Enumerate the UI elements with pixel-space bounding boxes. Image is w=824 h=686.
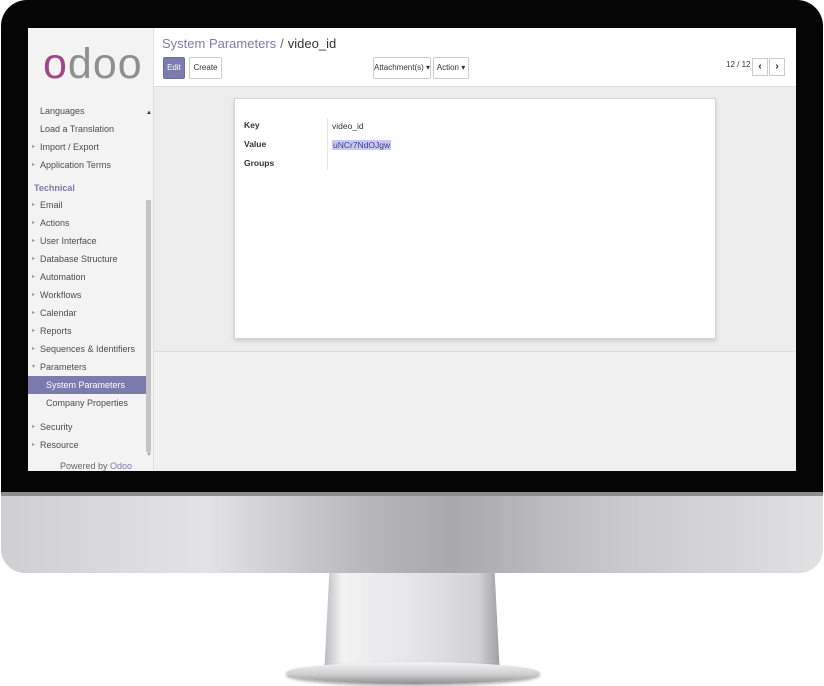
sidebar-item-label: Application Terms xyxy=(40,160,111,170)
sidebar-item-actions[interactable]: ▸ Actions xyxy=(28,214,146,232)
sidebar-item-label: Parameters xyxy=(40,362,87,372)
caret-right-icon: ▸ xyxy=(32,442,36,448)
sidebar-item-workflows[interactable]: ▸ Workflows xyxy=(28,286,146,304)
scrollbar-thumb[interactable] xyxy=(146,200,151,452)
sidebar-item-label: Workflows xyxy=(40,290,82,300)
sidebar-item-sequences-identifiers[interactable]: ▸ Sequences & Identifiers xyxy=(28,340,146,358)
groups-label: Groups xyxy=(244,158,275,168)
form-background: Key video_id Value uNCr7NdOJgw Groups xyxy=(154,87,796,352)
sidebar-item-label: Reports xyxy=(40,326,72,336)
odoo-logo[interactable]: odoo xyxy=(43,40,143,89)
control-panel: System Parameters / video_id Edit Create A… xyxy=(154,28,796,87)
caret-right-icon: ▸ xyxy=(32,274,36,280)
monitor-chin xyxy=(1,492,823,573)
sidebar-item-database-structure[interactable]: ▸ Database Structure xyxy=(28,250,146,268)
caret-right-icon: ▸ xyxy=(32,256,36,262)
edit-button[interactable]: Edit xyxy=(163,57,185,79)
pager-value[interactable]: 12 / 12 xyxy=(726,60,750,69)
caret-right-icon: ▸ xyxy=(32,202,36,208)
caret-right-icon: ▸ xyxy=(32,310,36,316)
sidebar-item-label: Company Properties xyxy=(46,398,129,408)
breadcrumb-parent-link[interactable]: System Parameters xyxy=(162,36,276,51)
field-divider xyxy=(327,118,328,170)
sidebar: odoo Languages Load a Translation ▸ Impor… xyxy=(28,28,154,471)
create-button[interactable]: Create xyxy=(189,57,222,79)
sidebar-item-application-terms[interactable]: ▸ Application Terms xyxy=(28,156,146,174)
sidebar-item-label: Load a Translation xyxy=(40,124,115,134)
sidebar-item-security[interactable]: ▸ Security xyxy=(28,418,146,436)
sidebar-item-label: Languages xyxy=(40,106,85,116)
monitor-stand-base xyxy=(286,662,540,684)
powered-by-text: Powered by xyxy=(60,461,108,471)
form-view: Key video_id Value uNCr7NdOJgw Groups xyxy=(154,87,796,471)
caret-right-icon: ▸ xyxy=(32,424,36,430)
form-sheet: Key video_id Value uNCr7NdOJgw Groups xyxy=(234,98,716,339)
sidebar-item-label: System Parameters xyxy=(46,380,126,390)
sidebar-item-resource[interactable]: ▸ Resource xyxy=(28,436,146,454)
sidebar-item-label: Database Structure xyxy=(40,254,118,264)
sidebar-item-languages[interactable]: Languages xyxy=(28,102,146,120)
sidebar-item-calendar[interactable]: ▸ Calendar xyxy=(28,304,146,322)
action-dropdown[interactable]: Action ▾ xyxy=(433,57,469,79)
breadcrumb-separator: / xyxy=(280,36,284,51)
sidebar-item-system-parameters[interactable]: System Parameters xyxy=(28,376,146,394)
sidebar-item-load-translation[interactable]: Load a Translation xyxy=(28,120,146,138)
chevron-left-icon[interactable]: ‹ xyxy=(752,58,768,76)
sidebar-item-label: Resource xyxy=(40,440,79,450)
sidebar-item-company-properties[interactable]: Company Properties xyxy=(28,394,146,412)
breadcrumb-current: video_id xyxy=(287,36,337,51)
sidebar-item-automation[interactable]: ▸ Automation xyxy=(28,268,146,286)
sidebar-item-label: Security xyxy=(40,422,73,432)
chevron-right-icon[interactable]: › xyxy=(769,58,785,76)
attachments-dropdown[interactable]: Attachment(s) ▾ xyxy=(373,57,431,79)
caret-right-icon: ▸ xyxy=(32,238,36,244)
sidebar-item-label: Actions xyxy=(40,218,70,228)
caret-right-icon: ▸ xyxy=(32,292,36,298)
powered-by-link[interactable]: Odoo xyxy=(110,461,132,471)
sidebar-item-label: Sequences & Identifiers xyxy=(40,344,136,354)
sidebar-item-label: User Interface xyxy=(40,236,97,246)
caret-right-icon: ▸ xyxy=(32,328,36,334)
sidebar-item-label: Calendar xyxy=(40,308,77,318)
key-value: video_id xyxy=(332,121,364,131)
value-value: uNCr7NdOJgw xyxy=(332,140,392,150)
logo-rest: doo xyxy=(67,40,143,88)
sidebar-scrollbar[interactable]: ▲ ▼ xyxy=(146,110,152,466)
caret-right-icon: ▸ xyxy=(32,162,36,168)
sidebar-item-email[interactable]: ▸ Email xyxy=(28,196,146,214)
sidebar-item-import-export[interactable]: ▸ Import / Export xyxy=(28,138,146,156)
value-label: Value xyxy=(244,139,267,149)
sidebar-item-parameters[interactable]: ▾ Parameters xyxy=(28,358,146,376)
sidebar-item-reports[interactable]: ▸ Reports xyxy=(28,322,146,340)
screen: odoo Languages Load a Translation ▸ Impor… xyxy=(28,28,796,471)
sidebar-item-user-interface[interactable]: ▸ User Interface xyxy=(28,232,146,250)
sidebar-item-label: Email xyxy=(40,200,63,210)
sidebar-item-label: Automation xyxy=(40,272,86,282)
caret-down-icon: ▾ xyxy=(32,364,36,370)
sidebar-menu: Languages Load a Translation ▸ Import / E… xyxy=(28,102,146,454)
powered-by: Powered by Odoo xyxy=(60,461,132,471)
logo-accent-letter: o xyxy=(43,40,68,88)
sidebar-item-label: Import / Export xyxy=(40,142,100,152)
sidebar-section-technical: Technical xyxy=(34,183,75,193)
key-label: Key xyxy=(244,120,260,130)
scroll-up-arrow-icon[interactable]: ▲ xyxy=(146,110,152,116)
caret-right-icon: ▸ xyxy=(32,220,36,226)
caret-right-icon: ▸ xyxy=(32,144,36,150)
scroll-down-arrow-icon[interactable]: ▼ xyxy=(146,452,152,458)
breadcrumb: System Parameters / video_id xyxy=(162,36,336,51)
caret-right-icon: ▸ xyxy=(32,346,36,352)
